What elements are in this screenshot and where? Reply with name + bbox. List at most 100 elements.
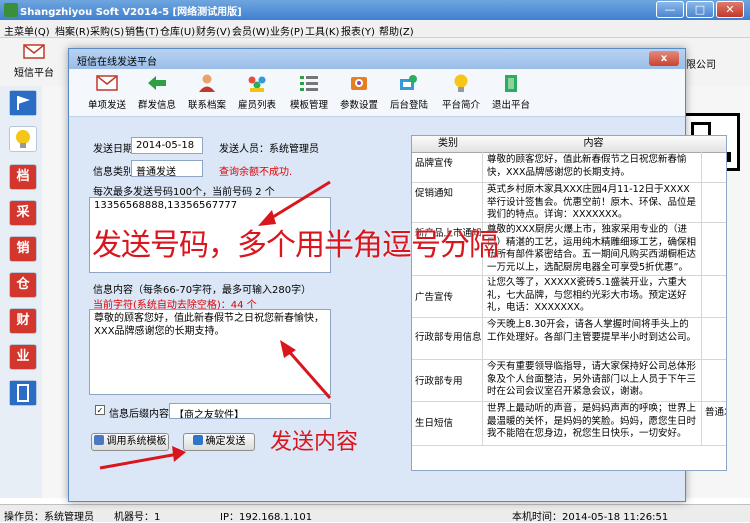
menu-archive[interactable]: 档案(R) xyxy=(55,23,90,38)
row-content: 今天晚上8.30开会，请各人掌握时间将手头上的工作处理好。各部门主管要提早半小时… xyxy=(484,317,702,359)
backend-login-button[interactable]: 后台登陆 xyxy=(381,73,437,117)
menu-main[interactable]: 主菜单(Q) xyxy=(4,23,50,38)
balance-query-status: 查询余额不成功. xyxy=(219,167,293,178)
menu-warehouse[interactable]: 仓库(U) xyxy=(160,23,195,38)
sidebar-item-purchase[interactable]: 采 xyxy=(9,200,37,226)
employees-label: 雇员列表 xyxy=(237,100,276,111)
category-label: 信息类别 xyxy=(93,167,133,178)
annotation-number-hint: 发送号码，多个用半角逗号分隔 xyxy=(92,228,499,263)
sidebar-item-warehouse[interactable]: 仓 xyxy=(9,272,37,298)
platform-intro-button[interactable]: 平台简介 xyxy=(433,73,489,117)
row-content: 让您久等了，XXXXX瓷砖5.1盛装开业，六重大礼，七大品牌，与您相约光彩大市场… xyxy=(484,275,702,317)
menu-purchase[interactable]: 采购(S) xyxy=(90,23,124,38)
sms-platform-button[interactable]: 短信平台 xyxy=(6,40,62,84)
template-manage-label: 模板管理 xyxy=(289,100,328,111)
send-button[interactable]: 确定发送 xyxy=(183,433,255,451)
row-extra xyxy=(703,152,726,182)
row-extra xyxy=(703,222,726,275)
menu-finance[interactable]: 财务(V) xyxy=(196,23,231,38)
table-row[interactable]: 行政部专用信息 今天晚上8.30开会，请各人掌握时间将手头上的工作处理好。各部门… xyxy=(412,317,726,360)
send-button-label: 确定发送 xyxy=(205,436,246,447)
green-arrow-icon xyxy=(148,76,166,90)
exit-platform-label: 退出平台 xyxy=(491,100,530,111)
menu-help[interactable]: 帮助(Z) xyxy=(379,23,414,38)
lightbulb-icon xyxy=(454,74,468,92)
menu-bar: 主菜单(Q) 档案(R) 采购(S) 销售(T) 仓库(U) 财务(V) 会员(… xyxy=(0,20,750,38)
sidebar-flag-button[interactable] xyxy=(9,90,37,116)
table-row[interactable]: 促销通知 英式乡村原木家具XXX庄园4月11-12日于XXXX举行设计签售会。优… xyxy=(412,182,726,223)
template-button[interactable]: 调用系统模板 xyxy=(91,433,169,451)
row-category: 广告宣传 xyxy=(412,275,483,317)
row-extra xyxy=(703,275,726,317)
template-button-label: 调用系统模板 xyxy=(106,436,167,447)
row-content: 英式乡村原木家具XXX庄园4月11-12日于XXXX举行设计签售会。优惠空前！原… xyxy=(484,182,702,222)
dialog-title: 短信在线发送平台 xyxy=(77,57,157,68)
settings-button[interactable]: 参数设置 xyxy=(331,73,387,117)
suffix-field[interactable]: 【商之友软件】 xyxy=(169,403,331,419)
dialog-toolbar: 单项发送 群发信息 联系档案 雇员列表 模板管理 参数设置 后台登陆 平台简介 … xyxy=(69,69,685,117)
table-row[interactable]: 广告宣传 让您久等了，XXXXX瓷砖5.1盛装开业，六重大礼，七大品牌，与您相约… xyxy=(412,275,726,318)
row-category: 行政部专用 xyxy=(412,359,483,401)
table-row[interactable]: 行政部专用 今天有重要领导临指导，请大家保持好公司总体形象及个人台面整洁，另外请… xyxy=(412,359,726,402)
sidebar-item-business[interactable]: 业 xyxy=(9,344,37,370)
sidebar-exit-button[interactable] xyxy=(9,380,37,406)
menu-business[interactable]: 业务(P) xyxy=(270,23,304,38)
exit-icon xyxy=(505,75,517,92)
maximize-button[interactable]: □ xyxy=(686,1,714,18)
blue-flag-icon xyxy=(10,91,36,115)
column-header-category[interactable]: 类别 xyxy=(412,136,485,153)
exit-door-icon xyxy=(10,381,36,405)
contacts-label: 联系档案 xyxy=(187,100,226,111)
sidebar-item-finance[interactable]: 财 xyxy=(9,308,37,334)
content-textarea[interactable]: 尊敬的顾客您好，值此新春假节之日祝您新春愉快，XXX品牌感谢您的长期支持。 xyxy=(89,309,331,395)
row-category: 品牌宣传 xyxy=(412,152,483,182)
dialog-title-bar xyxy=(69,49,685,69)
platform-intro-label: 平台简介 xyxy=(441,100,480,111)
table-row[interactable]: 生日短信 世界上最动听的声音，是妈妈声声的呼唤；世界上最温暖的关怀，是妈妈的笑脸… xyxy=(412,401,726,446)
employees-button[interactable]: 雇员列表 xyxy=(229,73,285,117)
sidebar-tip-button[interactable] xyxy=(9,126,37,152)
group-send-button[interactable]: 群发信息 xyxy=(129,73,185,117)
sms-envelope-icon xyxy=(23,44,45,59)
template-manage-button[interactable]: 模板管理 xyxy=(281,73,337,117)
sidebar-item-archive[interactable]: 档 xyxy=(9,164,37,190)
recipients-hint: 每次最多发送号码100个，当前号码 2 个 xyxy=(93,187,275,198)
menu-reports[interactable]: 报表(Y) xyxy=(341,23,375,38)
template-icon xyxy=(93,435,104,445)
single-send-button[interactable]: 单项发送 xyxy=(79,73,135,117)
row-extra xyxy=(703,317,726,359)
menu-tools[interactable]: 工具(K) xyxy=(305,23,339,38)
row-content: 世界上最动听的声音，是妈妈声声的呼唤；世界上最温暖的关怀，是妈妈的笑脸。妈妈，愿… xyxy=(484,401,702,445)
status-local-time: 本机时间：2014-05-18 11:26:51 xyxy=(512,512,669,523)
status-machine: 机器号：1 xyxy=(114,512,161,523)
row-category: 行政部专用信息 xyxy=(412,317,483,359)
row-extra xyxy=(703,182,726,222)
send-date-field[interactable]: 2014-05-18 xyxy=(131,137,203,154)
menu-member[interactable]: 会员(W) xyxy=(232,23,270,38)
app-title: Shangzhiyou Soft V2014-5 [网络测试用版] xyxy=(20,7,242,18)
column-header-content[interactable]: 内容 xyxy=(484,136,704,153)
recipients-value: 13356568888,13356567777 xyxy=(94,200,238,211)
lightbulb-icon xyxy=(16,130,30,148)
settings-label: 参数设置 xyxy=(339,100,378,111)
dialog-close-button[interactable]: x xyxy=(649,51,679,66)
menu-sales[interactable]: 销售(T) xyxy=(125,23,159,38)
suffix-checkbox[interactable]: ✓ xyxy=(95,405,105,415)
close-button[interactable]: ✕ xyxy=(716,1,744,18)
content-hint: 信息内容（每条66-70字符，最多可输入280字） xyxy=(93,285,312,296)
contacts-button[interactable]: 联系档案 xyxy=(179,73,235,117)
minimize-button[interactable]: — xyxy=(656,1,684,18)
sidebar-item-sales[interactable]: 销 xyxy=(9,236,37,262)
table-row[interactable]: 品牌宣传 尊敬的顾客您好，值此新春假节之日祝您新春愉快，XXX品牌感谢您的长期支… xyxy=(412,152,726,183)
template-table: 类别 内容 品牌宣传 尊敬的顾客您好，值此新春假节之日祝您新春愉快，XXX品牌感… xyxy=(411,135,727,471)
annotation-content-hint: 发送内容 xyxy=(270,430,359,455)
category-field[interactable]: 普通发送 xyxy=(131,160,203,177)
sms-dialog: 短信在线发送平台 x 单项发送 群发信息 联系档案 雇员列表 模板管理 参数设置… xyxy=(68,48,727,502)
contact-person-icon xyxy=(199,74,215,92)
row-content: 尊敬的顾客您好，值此新春假节之日祝您新春愉快，XXX品牌感谢您的长期支持。 xyxy=(484,152,702,182)
column-header-extra xyxy=(703,136,726,153)
status-ip: IP：192.168.1.101 xyxy=(220,512,313,523)
content-value: 尊敬的顾客您好，值此新春假节之日祝您新春愉快，XXX品牌感谢您的长期支持。 xyxy=(94,313,324,337)
exit-platform-button[interactable]: 退出平台 xyxy=(483,73,539,117)
employees-icon xyxy=(248,76,266,92)
